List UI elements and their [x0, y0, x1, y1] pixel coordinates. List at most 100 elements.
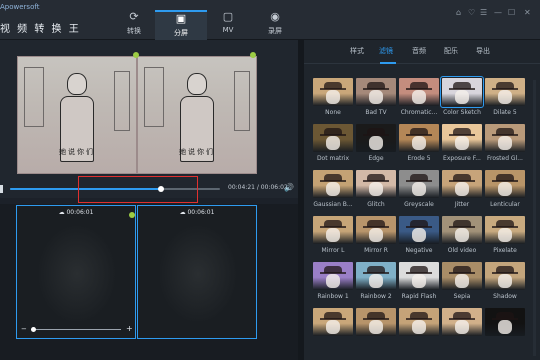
clip-slot-right[interactable]: ☁ 00:06:01 — [137, 205, 257, 339]
filter-item[interactable]: Edge — [356, 124, 396, 166]
filter-name: Shadow — [493, 293, 517, 300]
filter-item[interactable]: Negative — [399, 216, 439, 258]
menu-icon[interactable]: ☰ — [480, 8, 487, 17]
thumbnail-face — [412, 90, 426, 104]
filter-item[interactable]: Gaussian B... — [313, 170, 353, 212]
tab-record-label: 录屏 — [268, 27, 282, 35]
tab-convert[interactable]: ⟳ 转换 — [108, 10, 160, 40]
filter-thumbnail — [440, 76, 484, 108]
volume-icon[interactable]: 🔊 — [284, 183, 294, 192]
filter-item[interactable] — [313, 308, 353, 350]
frame-indicator-dot — [133, 52, 139, 58]
filter-thumbnail — [313, 124, 353, 152]
filter-item[interactable]: Greyscale — [399, 170, 439, 212]
filter-item[interactable]: Bad TV — [356, 78, 396, 120]
filter-name: None — [325, 109, 341, 116]
filter-item[interactable] — [356, 308, 396, 350]
filter-item[interactable]: Glitch — [356, 170, 396, 212]
thumbnail-face — [498, 90, 512, 104]
thumbnail-face — [369, 320, 383, 334]
tab-audio[interactable]: 音频 — [412, 46, 426, 56]
filter-item[interactable]: Exposure F... — [442, 124, 482, 166]
filter-name: Negative — [405, 247, 433, 254]
filter-item[interactable]: Lenticular — [485, 170, 525, 212]
clip-slot-left[interactable]: ☁ 00:06:01 ✂ 🔊 − + — [16, 205, 150, 339]
filter-scrollbar[interactable] — [533, 80, 536, 356]
filter-thumbnail — [485, 124, 525, 152]
tab-record[interactable]: ◉ 录屏 — [249, 10, 301, 40]
filter-item[interactable]: Sepia — [442, 262, 482, 304]
tab-mv[interactable]: ▢ MV — [202, 10, 254, 40]
clip-volume-slider[interactable]: − + — [19, 324, 133, 333]
filter-item[interactable]: Pixelate — [485, 216, 525, 258]
thumbnail-face — [455, 228, 469, 242]
tab-split-screen[interactable]: ▣ 分屏 — [155, 10, 207, 40]
thumbnail-face — [326, 274, 340, 288]
active-tab-indicator — [380, 62, 396, 64]
tab-mv-label: MV — [222, 26, 234, 34]
filter-item[interactable] — [399, 308, 439, 350]
close-icon[interactable]: ✕ — [524, 8, 531, 17]
filter-item[interactable]: Erode 5 — [399, 124, 439, 166]
filter-name: Rapid Flash — [401, 293, 437, 300]
filter-thumbnail — [485, 308, 525, 336]
filter-thumbnail — [485, 78, 525, 106]
tab-convert-label: 转换 — [127, 27, 141, 35]
thumbnail-face — [455, 182, 469, 196]
volume-up-icon[interactable]: + — [126, 324, 133, 333]
filter-thumbnail — [399, 170, 439, 198]
minimize-icon[interactable]: — — [494, 8, 502, 17]
filter-item[interactable]: Old video — [442, 216, 482, 258]
refresh-icon: ⟳ — [129, 10, 139, 23]
tab-export[interactable]: 导出 — [476, 46, 490, 56]
scene-door — [114, 71, 130, 131]
thumbnail-face — [498, 320, 512, 334]
filter-item[interactable]: Chromatic... — [399, 78, 439, 120]
filter-thumbnail — [399, 124, 439, 152]
thumbnail-face — [455, 274, 469, 288]
filter-thumbnail — [399, 78, 439, 106]
filter-item[interactable]: Dot matrix — [313, 124, 353, 166]
thumbnail-face — [326, 320, 340, 334]
maximize-icon[interactable]: ☐ — [508, 8, 515, 17]
filter-item[interactable]: None — [313, 78, 353, 120]
preview-frame-right: 她说你们 — [137, 56, 257, 174]
filter-item[interactable] — [442, 308, 482, 350]
frame-indicator-dot — [250, 52, 256, 58]
thumbnail-face — [412, 228, 426, 242]
filter-item[interactable]: Rainbow 1 — [313, 262, 353, 304]
thumbnail-face — [369, 136, 383, 150]
tab-style[interactable]: 样式 — [350, 46, 364, 56]
filter-item[interactable]: Jitter — [442, 170, 482, 212]
store-icon[interactable]: ⌂ — [456, 8, 461, 17]
volume-down-icon[interactable]: − — [21, 325, 27, 333]
scene-door — [24, 67, 44, 127]
filter-item[interactable]: Rainbow 2 — [356, 262, 396, 304]
filter-item[interactable]: Rapid Flash — [399, 262, 439, 304]
filter-item[interactable]: Dilate 5 — [485, 78, 525, 120]
thumbnail-face — [412, 182, 426, 196]
filter-name: Greyscale — [404, 201, 434, 208]
thumbnail-face — [326, 182, 340, 196]
filter-item[interactable]: Color Sketch — [440, 76, 484, 120]
filter-item[interactable]: Frosted Gl... — [485, 124, 525, 166]
filter-thumbnail — [313, 308, 353, 336]
filter-item[interactable]: Shadow — [485, 262, 525, 304]
filter-name: Color Sketch — [443, 109, 481, 116]
favorite-icon[interactable]: ♡ — [468, 8, 475, 17]
subtitle-caption: 她说你们 — [59, 148, 95, 156]
clip-duration: ☁ 00:06:01 — [58, 209, 94, 216]
volume-handle[interactable] — [31, 327, 36, 332]
volume-track — [31, 329, 121, 330]
filter-name: Glitch — [367, 201, 385, 208]
filter-item[interactable] — [485, 308, 525, 350]
filter-panel: 样式 滤镜 音频 配乐 导出 None Bad TV Chromatic... Col… — [304, 40, 540, 360]
play-button[interactable] — [0, 185, 3, 193]
tab-music[interactable]: 配乐 — [444, 46, 458, 56]
filter-name: Bad TV — [365, 109, 387, 116]
thumbnail-face — [412, 320, 426, 334]
filter-item[interactable]: Mirror R — [356, 216, 396, 258]
filter-item[interactable]: Mirror L — [313, 216, 353, 258]
filter-thumbnail — [313, 78, 353, 106]
tab-filter[interactable]: 滤镜 — [379, 46, 393, 56]
